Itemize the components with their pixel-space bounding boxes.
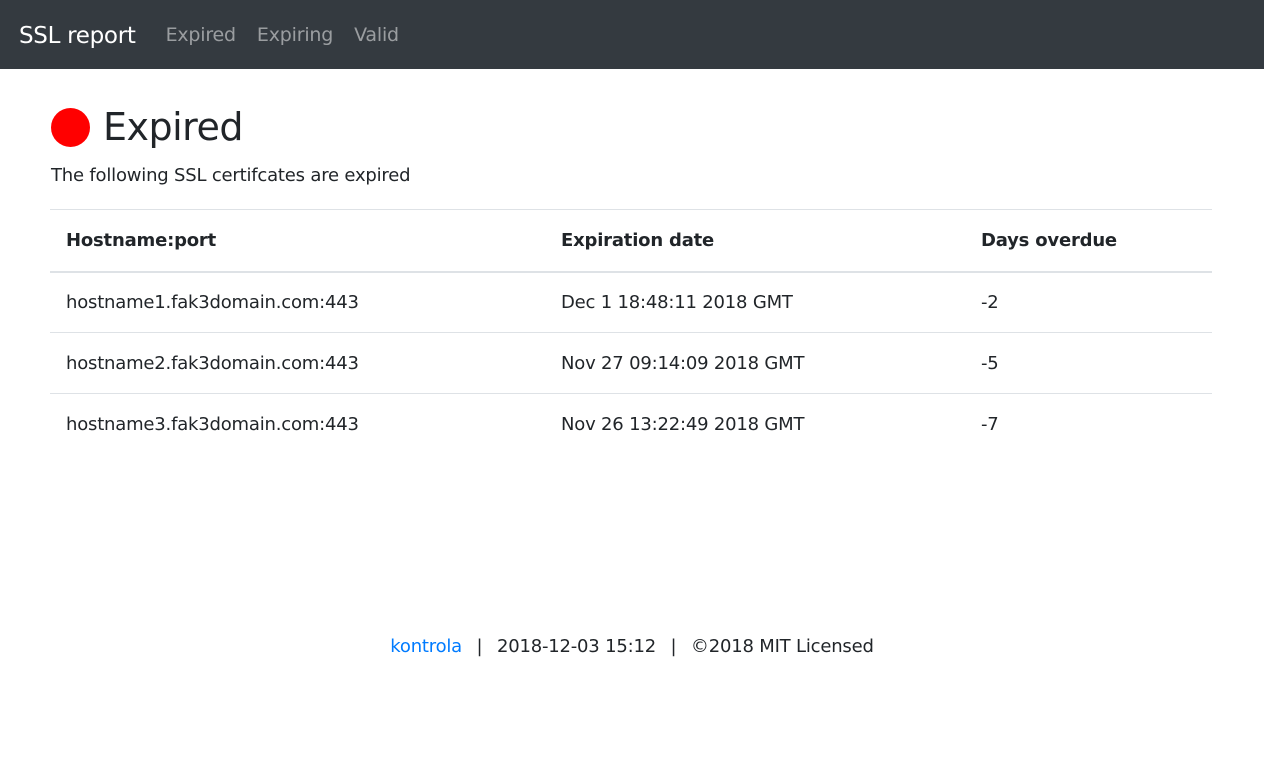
table-row: hostname1.fak3domain.com:443 Dec 1 18:48…	[50, 272, 1212, 333]
footer-separator: |	[476, 636, 483, 657]
cell-hostname: hostname3.fak3domain.com:443	[50, 393, 545, 455]
page-title: Expired	[103, 105, 243, 149]
main-content: Expired The following SSL certifcates ar…	[0, 105, 1264, 455]
cell-expiration-date: Nov 26 13:22:49 2018 GMT	[545, 393, 965, 455]
footer-license: ©2018 MIT Licensed	[690, 636, 874, 657]
top-navbar: SSL report Expired Expiring Valid	[0, 0, 1264, 69]
cell-expiration-date: Nov 27 09:14:09 2018 GMT	[545, 332, 965, 394]
table-header-row: Hostname:port Expiration date Days overd…	[50, 209, 1212, 273]
cell-hostname: hostname1.fak3domain.com:443	[66, 291, 359, 313]
column-header-expiration: Expiration date	[545, 209, 965, 273]
nav-link-expired[interactable]: Expired	[166, 24, 237, 46]
nav-link-expiring[interactable]: Expiring	[257, 24, 333, 46]
table-row: hostname2.fak3domain.com:443 Nov 27 09:1…	[50, 332, 1212, 394]
footer-timestamp: 2018-12-03 15:12	[496, 636, 656, 657]
red-status-dot-icon	[51, 107, 90, 147]
certificates-table: Hostname:port Expiration date Days overd…	[50, 209, 1212, 455]
column-header-days-overdue: Days overdue	[965, 209, 1212, 273]
nav-link-valid[interactable]: Valid	[354, 24, 399, 46]
cell-expiration-date: Dec 1 18:48:11 2018 GMT	[561, 291, 793, 313]
cell-hostname: hostname2.fak3domain.com:443	[50, 332, 545, 394]
brand-link[interactable]: SSL report	[19, 23, 136, 49]
page-description: The following SSL certifcates are expire…	[51, 165, 411, 186]
table-row: hostname3.fak3domain.com:443 Nov 26 13:2…	[50, 393, 1212, 455]
cell-days-overdue: -7	[965, 393, 1212, 455]
footer-link-kontrola[interactable]: kontrola	[390, 636, 462, 657]
cell-days-overdue: -5	[965, 332, 1212, 394]
footer-separator: |	[670, 636, 677, 657]
page-heading: Expired	[50, 105, 1212, 149]
page-footer: kontrola | 2018-12-03 15:12 | ©2018 MIT …	[0, 636, 1264, 657]
cell-days-overdue: -2	[981, 291, 999, 313]
column-header-hostname: Hostname:port	[50, 209, 545, 273]
